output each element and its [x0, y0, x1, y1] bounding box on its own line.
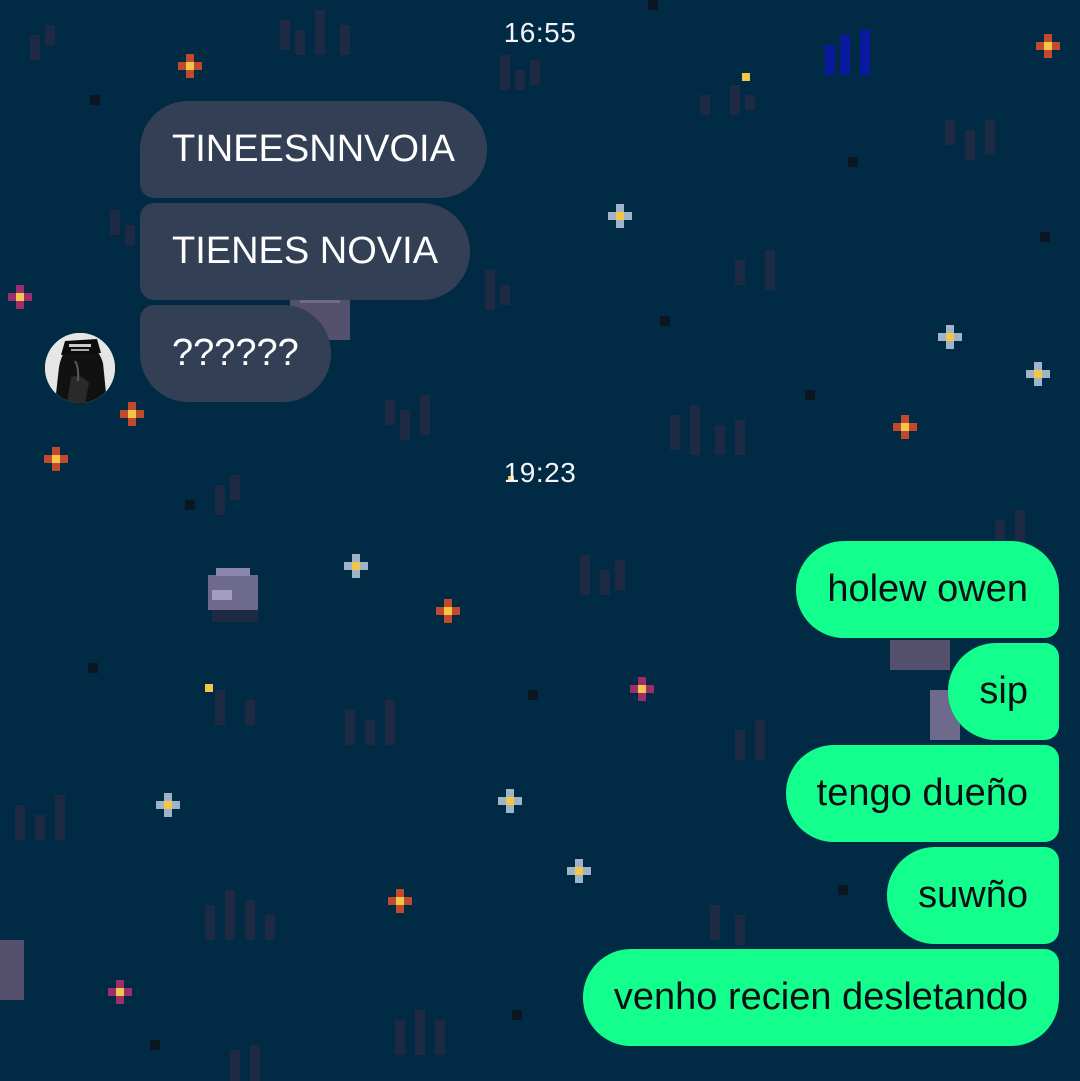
incoming-message-bubble[interactable]: TIENES NOVIA: [140, 203, 471, 300]
outgoing-message-bubble[interactable]: sip: [948, 643, 1059, 740]
outgoing-message-bubble[interactable]: holew owen: [796, 541, 1059, 638]
contact-avatar[interactable]: [45, 333, 115, 403]
message-timestamp: 19:23: [503, 457, 577, 488]
contact-avatar-icon: [45, 333, 115, 403]
outgoing-message-bubble[interactable]: tengo dueño: [785, 745, 1059, 842]
incoming-message-bubble[interactable]: ??????: [140, 305, 331, 402]
incoming-message-bubble[interactable]: TINEESNNVOIA: [140, 101, 487, 198]
outgoing-message-bubble[interactable]: venho recien desletando: [582, 949, 1059, 1046]
message-timestamp: 16:55: [503, 17, 577, 48]
outgoing-message-bubble[interactable]: suwño: [887, 847, 1059, 944]
chat-view[interactable]: 16:55 TINEESNNVOIA TIENES NOVIA ?????? 1…: [0, 0, 1080, 1081]
